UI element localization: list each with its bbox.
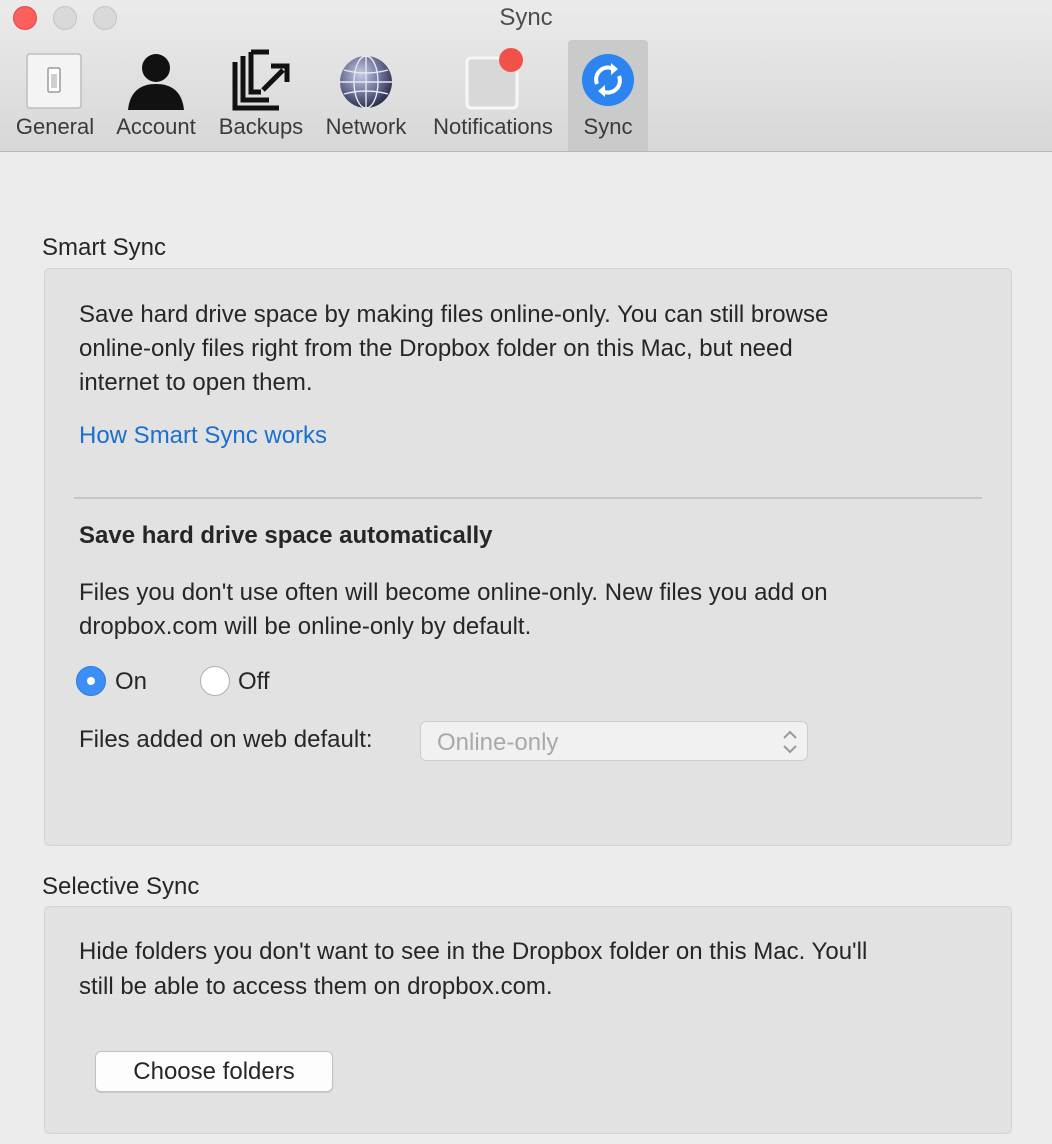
auto-save-heading: Save hard drive space automatically bbox=[79, 522, 493, 549]
tab-sync[interactable]: Sync bbox=[568, 40, 648, 151]
light-switch-icon bbox=[26, 53, 82, 109]
auto-save-description-line-1: Files you don't use often will become on… bbox=[79, 579, 828, 606]
radio-on[interactable] bbox=[76, 666, 106, 696]
tab-backups[interactable]: Backups bbox=[212, 40, 310, 151]
backup-upload-icon bbox=[232, 49, 290, 111]
radio-off[interactable] bbox=[200, 666, 230, 696]
choose-folders-button[interactable]: Choose folders bbox=[95, 1051, 333, 1092]
person-icon bbox=[128, 54, 184, 110]
chevron-up-down-icon bbox=[783, 730, 797, 754]
web-default-label: Files added on web default: bbox=[79, 726, 373, 753]
tab-backups-label: Backups bbox=[218, 114, 304, 139]
sync-arrows-icon bbox=[582, 54, 634, 106]
tab-notifications-label: Notifications bbox=[433, 114, 553, 139]
window-title: Sync bbox=[499, 4, 553, 31]
tab-network[interactable]: Network bbox=[316, 40, 416, 151]
notification-badge-icon bbox=[465, 48, 523, 110]
smart-sync-description-line-3: internet to open them. bbox=[79, 369, 313, 396]
tab-network-label: Network bbox=[325, 114, 407, 139]
tab-notifications[interactable]: Notifications bbox=[424, 40, 562, 151]
tab-general[interactable]: General bbox=[8, 40, 102, 151]
smart-sync-description-line-1: Save hard drive space by making files on… bbox=[79, 301, 829, 328]
radio-off-label: Off bbox=[238, 668, 270, 695]
web-default-value: Online-only bbox=[437, 729, 559, 756]
globe-icon bbox=[340, 55, 392, 109]
auto-save-description-line-2: dropbox.com will be online-only by defau… bbox=[79, 613, 532, 640]
selective-sync-heading: Selective Sync bbox=[42, 873, 200, 900]
radio-on-label: On bbox=[115, 668, 148, 695]
selective-sync-description-line-2: still be able to access them on dropbox.… bbox=[79, 973, 553, 1000]
smart-sync-description-line-2: online-only files right from the Dropbox… bbox=[79, 335, 793, 362]
selective-sync-description-line-1: Hide folders you don't want to see in th… bbox=[79, 938, 868, 965]
smart-sync-heading: Smart Sync bbox=[42, 234, 167, 261]
how-smart-sync-works-link[interactable]: How Smart Sync works bbox=[79, 422, 327, 450]
toolbar: Sync General Account Backups Network Not… bbox=[0, 0, 1052, 152]
tab-account[interactable]: Account bbox=[108, 40, 204, 151]
tab-account-label: Account bbox=[116, 114, 196, 139]
tab-general-label: General bbox=[15, 114, 95, 139]
section-divider bbox=[74, 497, 982, 499]
tab-sync-label: Sync bbox=[583, 114, 633, 139]
web-default-select[interactable]: Online-only bbox=[420, 721, 808, 761]
